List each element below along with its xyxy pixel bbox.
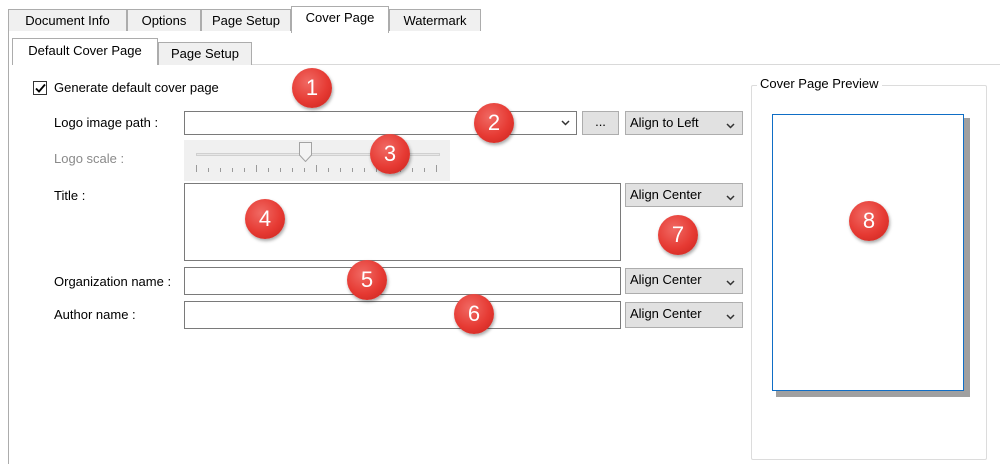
annotation-marker-3: 3	[370, 134, 410, 174]
annotation-marker-8: 8	[849, 201, 889, 241]
slider-tick	[352, 168, 353, 172]
annotation-marker-6: 6	[454, 294, 494, 334]
chevron-down-icon	[726, 195, 735, 201]
logo-align-dropdown[interactable]: Align to Left	[625, 111, 743, 135]
annotation-marker-1: 1	[292, 68, 332, 108]
slider-tick	[196, 165, 197, 172]
slider-tick	[292, 168, 293, 172]
slider-tick	[208, 168, 209, 172]
logo-path-combo[interactable]	[184, 111, 577, 135]
org-align-value: Align Center	[630, 272, 702, 287]
title-label: Title :	[54, 188, 86, 203]
annotation-marker-7: 7	[658, 215, 698, 255]
annotation-marker-5: 5	[347, 260, 387, 300]
browse-button[interactable]: ...	[582, 111, 619, 135]
tab-options[interactable]: Options	[127, 9, 201, 32]
org-name-label: Organization name :	[54, 274, 172, 289]
title-align-dropdown[interactable]: Align Center	[625, 183, 743, 207]
slider-tick	[436, 165, 437, 172]
slider-tick	[412, 168, 413, 172]
title-align-value: Align Center	[630, 187, 702, 202]
slider-tick	[256, 165, 257, 172]
annotation-marker-2: 2	[474, 103, 514, 143]
slider-tick	[424, 168, 425, 172]
logo-align-value: Align to Left	[630, 115, 699, 130]
org-name-field[interactable]	[184, 267, 621, 295]
slider-tick	[244, 168, 245, 172]
cover-page-preview	[772, 114, 964, 391]
cover-preview-title: Cover Page Preview	[757, 76, 882, 91]
slider-tick	[232, 168, 233, 172]
slider-tick	[340, 168, 341, 172]
logo-scale-label: Logo scale :	[54, 151, 125, 166]
checkmark-icon	[35, 83, 46, 93]
slider-tick	[220, 168, 221, 172]
logo-path-label: Logo image path :	[54, 115, 159, 130]
tab-page-setup[interactable]: Page Setup	[201, 9, 291, 32]
chevron-down-icon	[726, 280, 735, 286]
chevron-down-icon	[561, 120, 570, 126]
generate-cover-label: Generate default cover page	[54, 80, 219, 95]
slider-tick	[316, 165, 317, 172]
slider-tick	[328, 168, 329, 172]
tab-default-cover-page[interactable]: Default Cover Page	[12, 38, 158, 65]
author-name-field[interactable]	[184, 301, 621, 329]
chevron-down-icon	[726, 123, 735, 129]
tab-document-info[interactable]: Document Info	[8, 9, 127, 32]
author-name-label: Author name :	[54, 307, 136, 322]
annotation-marker-4: 4	[245, 199, 285, 239]
author-align-value: Align Center	[630, 306, 702, 321]
tab-cover-page[interactable]: Cover Page	[291, 6, 389, 33]
author-align-dropdown[interactable]: Align Center	[625, 302, 743, 328]
org-align-dropdown[interactable]: Align Center	[625, 268, 743, 294]
slider-thumb[interactable]	[299, 142, 312, 162]
generate-cover-checkbox[interactable]	[33, 81, 47, 95]
outer-tabstrip: Document Info Options Page Setup Cover P…	[8, 6, 1000, 33]
tab-watermark[interactable]: Watermark	[389, 9, 481, 32]
slider-tick	[304, 168, 305, 172]
slider-tick	[268, 168, 269, 172]
logo-scale-slider[interactable]	[184, 140, 450, 181]
slider-tick	[364, 168, 365, 172]
tab-inner-page-setup[interactable]: Page Setup	[158, 42, 252, 65]
slider-tick	[280, 168, 281, 172]
chevron-down-icon	[726, 314, 735, 320]
